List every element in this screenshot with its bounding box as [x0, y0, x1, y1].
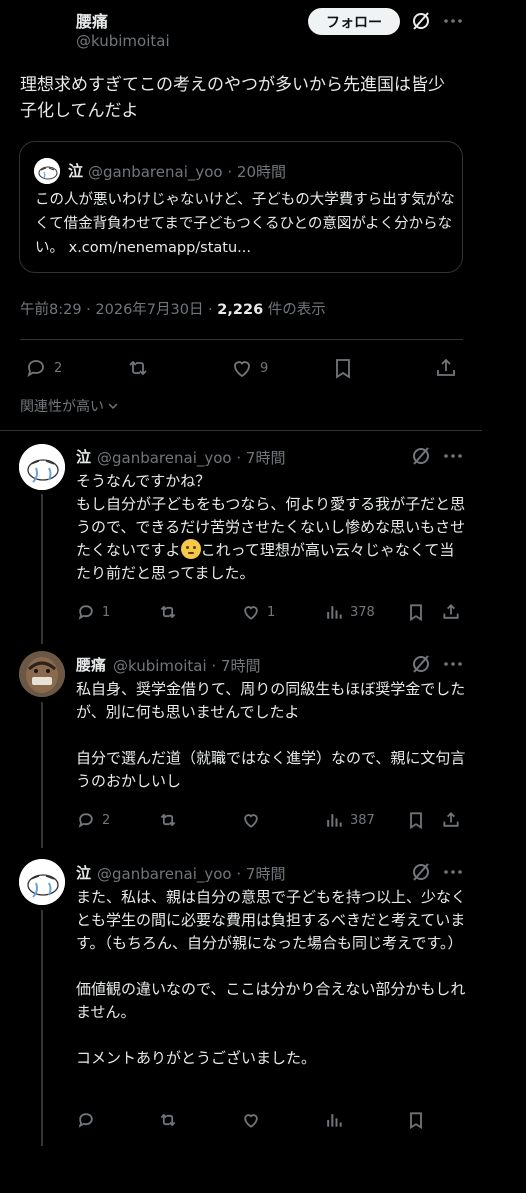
reply-author-handle[interactable]: @ganbarenai_yoo · 7時間 — [97, 863, 285, 884]
reply-button[interactable]: 2 — [76, 810, 110, 830]
share-icon — [441, 602, 461, 622]
quote-tweet-card[interactable]: 泣 @ganbarenai_yoo · 20時間 この人が悪いわけじゃないけど、… — [19, 141, 463, 273]
reply-author-handle[interactable]: @kubimoitai · 7時間 — [113, 655, 260, 676]
quote-author-name: 泣 — [68, 162, 84, 180]
sort-label: 関連性が高い — [20, 399, 104, 415]
thread-line — [41, 910, 43, 1146]
quote-author-handle: @ganbarenai_yoo · 20時間 — [88, 163, 286, 181]
bookmark-button[interactable] — [331, 356, 355, 380]
grok-icon[interactable] — [410, 445, 432, 467]
reply-text: また、私は、親は自分の意思で子どもを持つ以上、少なくとも学生の間に必要な費用は負… — [76, 888, 467, 1067]
share-icon — [441, 810, 461, 830]
reply-text: そうなんですかね？ もし自分が子どもをもつなら、何より愛する我が子だと思うので、… — [76, 470, 468, 585]
repost-icon — [158, 1110, 178, 1130]
share-button[interactable] — [441, 602, 461, 622]
quote-avatar[interactable] — [34, 158, 60, 184]
chevron-down-icon — [106, 399, 120, 413]
heart-icon — [241, 602, 261, 622]
heart-icon — [230, 356, 254, 380]
share-button[interactable] — [441, 810, 461, 830]
view-count: 378 — [350, 604, 375, 620]
reply-button[interactable] — [76, 1110, 96, 1130]
like-button[interactable] — [241, 810, 261, 830]
bookmark-button[interactable] — [406, 1110, 426, 1130]
grok-icon[interactable] — [410, 653, 432, 675]
more-options-icon[interactable] — [442, 445, 464, 467]
avatar[interactable] — [19, 444, 65, 490]
heart-icon — [241, 1110, 261, 1130]
analytics-icon — [324, 602, 344, 622]
reply-count: 2 — [102, 812, 111, 828]
reply-button[interactable]: 1 — [76, 602, 110, 622]
views-button[interactable]: 387 — [324, 810, 375, 830]
repost-button[interactable] — [158, 602, 178, 622]
author-handle[interactable]: @kubimoitai — [76, 32, 170, 50]
repost-button[interactable] — [158, 810, 178, 830]
like-count: 9 — [260, 360, 269, 376]
divider — [20, 339, 463, 340]
avatar[interactable] — [19, 651, 65, 697]
tweet-timestamp: 午前8:29 · 2026年7月30日 · 2,226 件の表示 — [20, 298, 326, 319]
author-name[interactable]: 腰痛 — [76, 8, 108, 32]
grok-icon[interactable] — [410, 10, 432, 32]
grok-icon[interactable] — [410, 861, 432, 883]
replies-divider — [0, 430, 482, 431]
reply-author-name[interactable]: 泣 — [76, 446, 91, 467]
repost-icon — [158, 810, 178, 830]
reply-icon — [24, 356, 48, 380]
repost-button[interactable] — [126, 356, 150, 380]
follow-button[interactable]: フォロー — [308, 8, 400, 35]
tweet-text: 理想求めすぎてこの考えのやつが多いから先進国は皆少子化してんだよ — [20, 75, 445, 121]
reply-icon — [76, 1110, 96, 1130]
analytics-icon — [324, 1110, 344, 1130]
timestamp-text[interactable]: 午前8:29 · 2026年7月30日 · — [20, 302, 217, 318]
bookmark-button[interactable] — [406, 602, 426, 622]
reply-author-handle[interactable]: @ganbarenai_yoo · 7時間 — [97, 447, 285, 468]
reply-icon — [76, 810, 96, 830]
more-options-icon[interactable] — [442, 653, 464, 675]
bookmark-icon — [331, 356, 355, 380]
bookmark-icon — [406, 602, 426, 622]
teary-smile-emoji-icon — [180, 539, 201, 559]
view-count: 2,226 — [217, 302, 264, 318]
thread-line — [41, 494, 43, 644]
like-button[interactable]: 9 — [230, 356, 268, 380]
repost-icon — [158, 602, 178, 622]
reply-text: 私自身、奨学金借りて、周りの同級生もほぼ奨学金でしたが、別に何も思いませんでした… — [76, 680, 466, 790]
analytics-icon — [324, 810, 344, 830]
more-options-icon[interactable] — [442, 10, 464, 32]
view-count: 387 — [350, 812, 375, 828]
bookmark-button[interactable] — [406, 810, 426, 830]
reply-count: 2 — [54, 360, 63, 376]
sort-dropdown[interactable]: 関連性が高い — [20, 396, 120, 416]
share-button[interactable] — [434, 356, 458, 380]
reply-author-name[interactable]: 腰痛 — [76, 654, 106, 675]
more-options-icon[interactable] — [442, 861, 464, 883]
reply-icon — [76, 602, 96, 622]
quote-text: この人が悪いわけじゃないけど、子どもの大学費すら出す気がなくて借金背負わせてまで… — [35, 192, 455, 256]
views-button[interactable]: 378 — [324, 602, 375, 622]
repost-button[interactable] — [158, 1110, 178, 1130]
reply-button[interactable]: 2 — [24, 356, 62, 380]
like-count: 1 — [267, 604, 276, 620]
like-button[interactable] — [241, 1110, 261, 1130]
avatar[interactable] — [19, 859, 65, 905]
share-icon — [434, 356, 458, 380]
reply-count: 1 — [102, 604, 111, 620]
view-label: 件の表示 — [263, 302, 326, 318]
heart-icon — [241, 810, 261, 830]
reply-author-name[interactable]: 泣 — [76, 862, 91, 883]
views-button[interactable] — [324, 1110, 344, 1130]
bookmark-icon — [406, 810, 426, 830]
repost-icon — [126, 356, 150, 380]
thread-line — [41, 702, 43, 848]
like-button[interactable]: 1 — [241, 602, 275, 622]
bookmark-icon — [406, 1110, 426, 1130]
